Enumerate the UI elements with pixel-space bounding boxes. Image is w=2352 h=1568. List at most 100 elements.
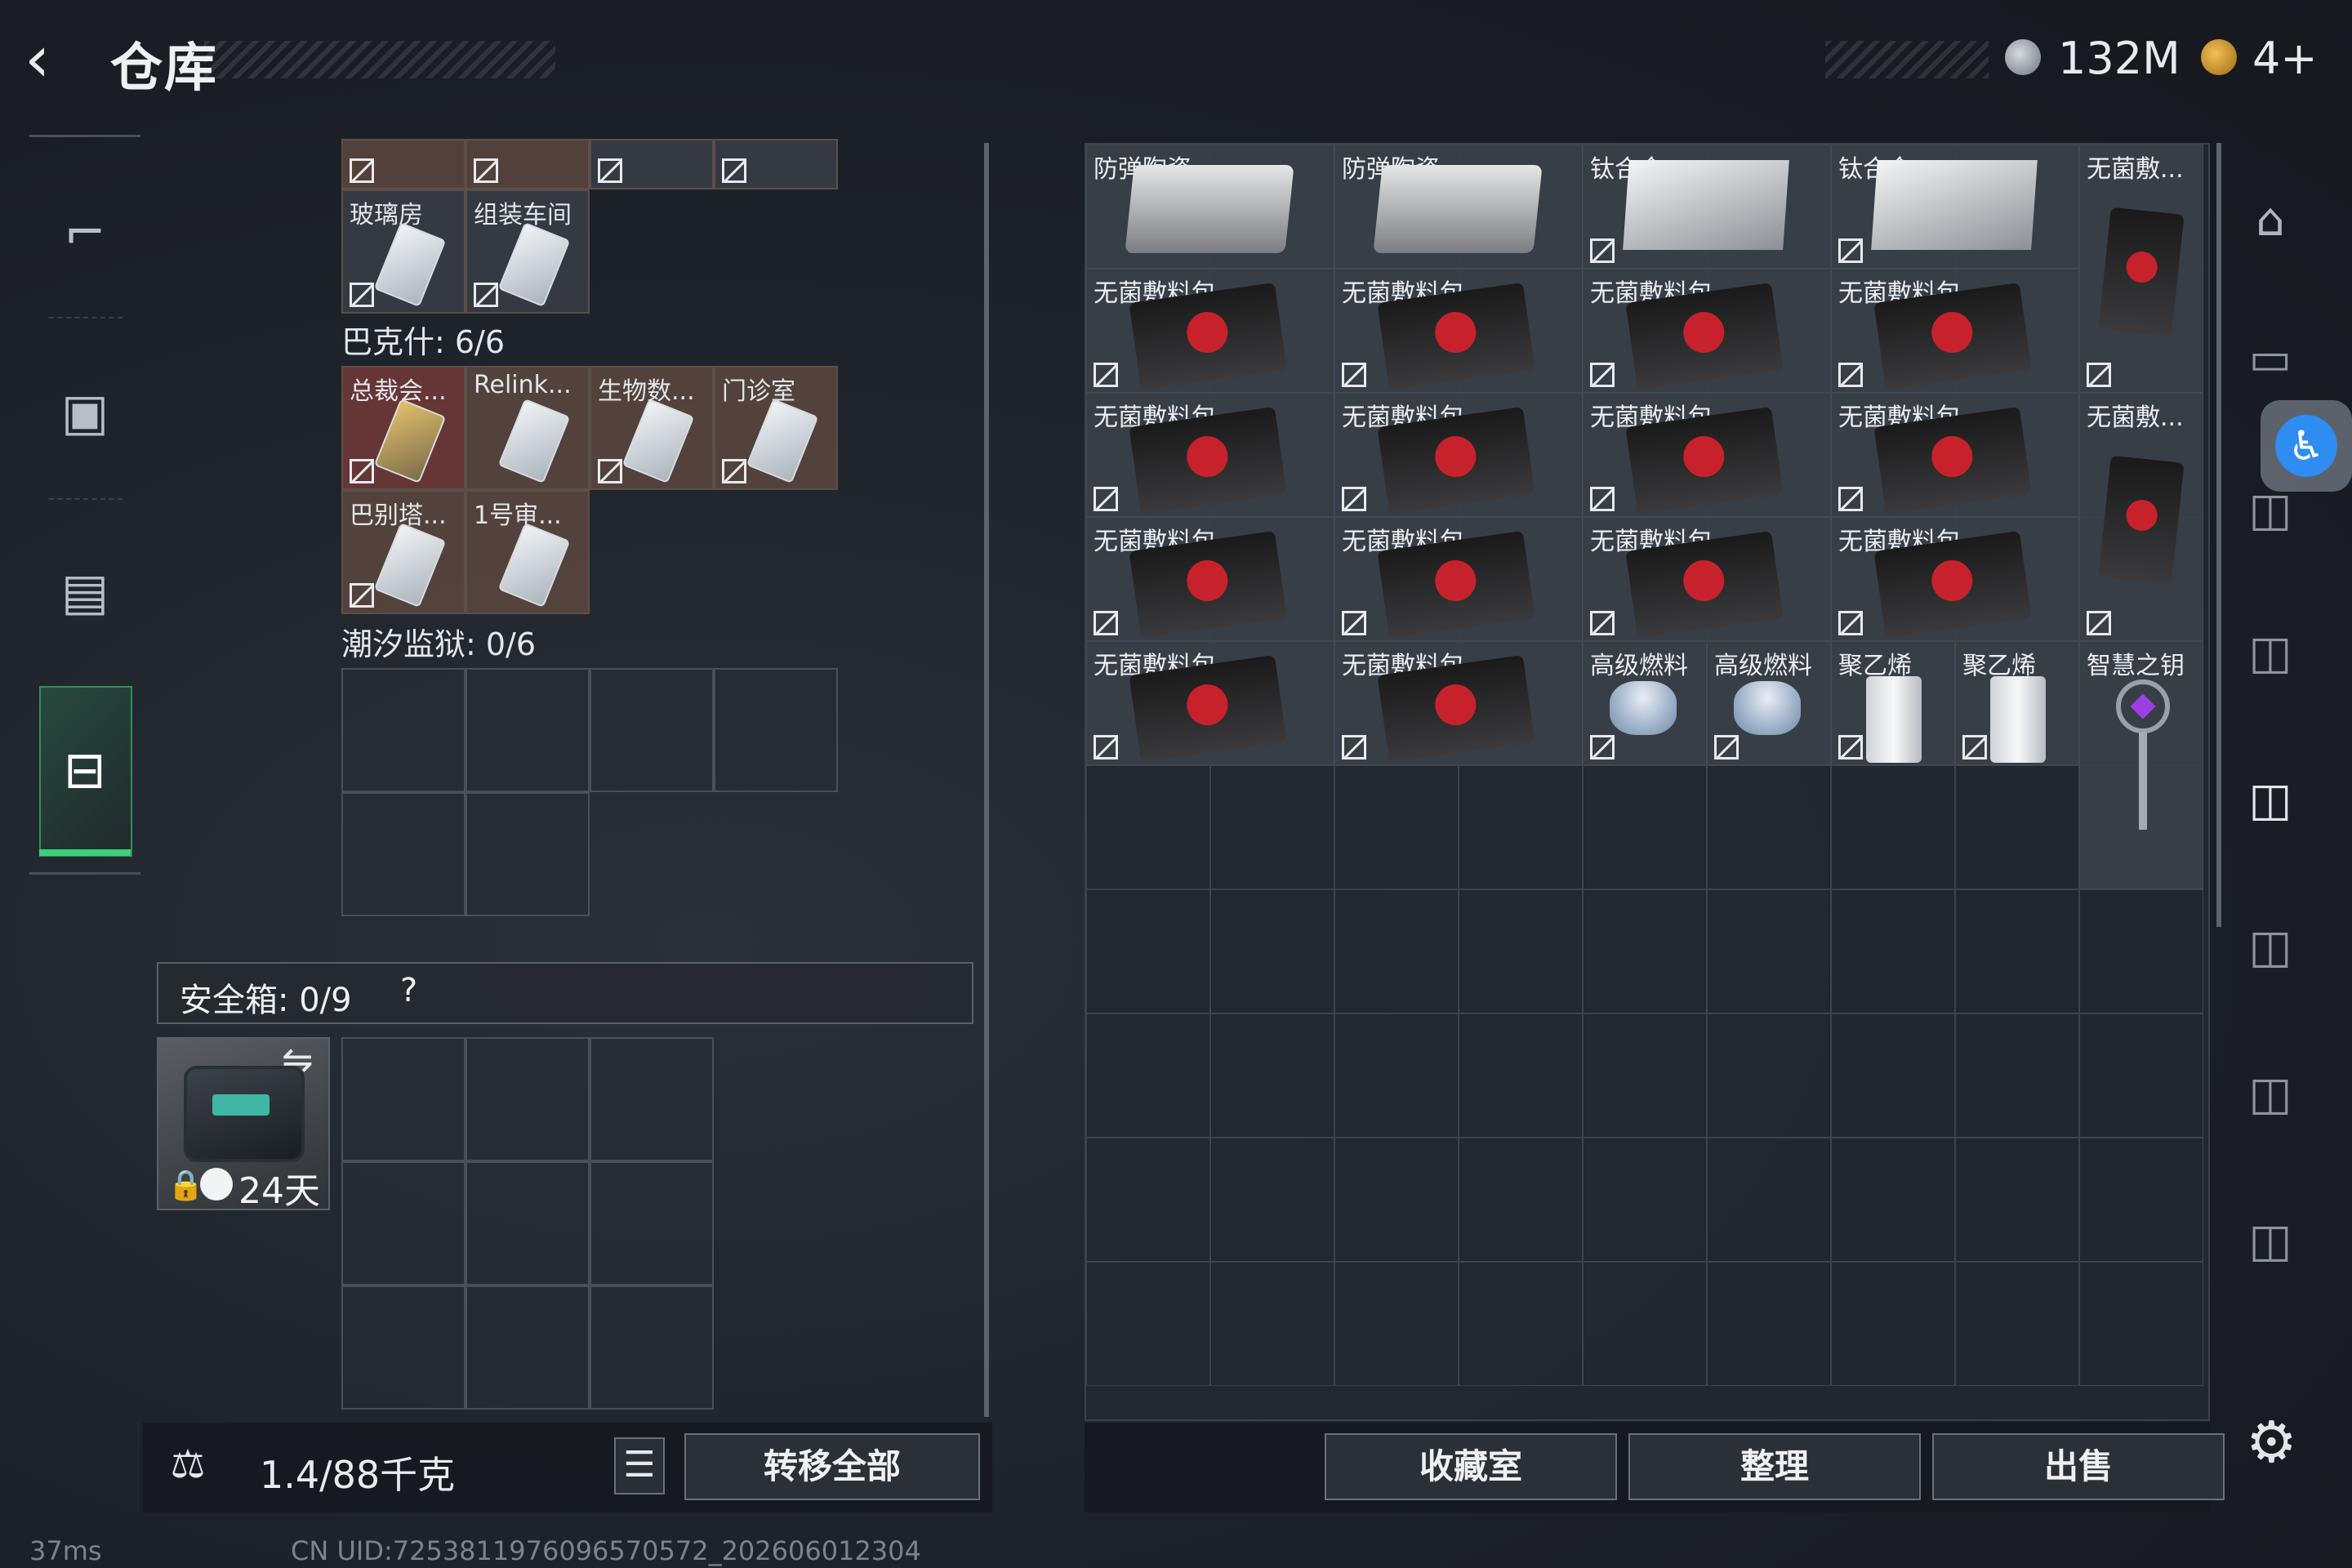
empty-slot[interactable] — [341, 668, 466, 792]
stash-empty-cell[interactable] — [1583, 1262, 1707, 1386]
stash-item[interactable]: 钛合金 — [1831, 145, 2079, 269]
stash-item[interactable]: 无菌敷料包 — [1086, 393, 1334, 517]
stash-item[interactable]: 防弹陶瓷 — [1086, 145, 1334, 269]
stash-empty-cell[interactable] — [1459, 1262, 1583, 1386]
empty-slot[interactable] — [714, 668, 838, 792]
stash-tab-icon[interactable]: ▭ — [2234, 323, 2307, 396]
stash-empty-cell[interactable] — [1459, 765, 1583, 889]
stash-item[interactable]: 无菌敷料包 — [1086, 269, 1334, 393]
stash-tab-icon[interactable]: ◫ — [2234, 1205, 2307, 1278]
stash-item[interactable]: 无菌敷料包 — [1086, 517, 1334, 641]
stash-empty-cell[interactable] — [1707, 1262, 1831, 1386]
currency2-value[interactable]: 4+ — [2252, 33, 2318, 84]
safe-slot[interactable] — [466, 1285, 590, 1410]
stash-empty-cell[interactable] — [1210, 765, 1334, 889]
keycard-item[interactable]: 总裁会... — [341, 366, 466, 490]
stash-empty-cell[interactable] — [1086, 765, 1210, 889]
safe-slot[interactable] — [341, 1037, 466, 1161]
keycard-item[interactable]: 玻璃房 — [341, 189, 466, 314]
stash-empty-cell[interactable] — [1459, 889, 1583, 1013]
stash-empty-cell[interactable] — [1334, 765, 1459, 889]
stash-empty-cell[interactable] — [1955, 1138, 2079, 1262]
organize-button[interactable]: 整理 — [1628, 1433, 1921, 1500]
keycard-slot[interactable] — [714, 139, 838, 189]
stash-item[interactable]: 无菌敷料包 — [1831, 517, 2079, 641]
stash-empty-cell[interactable] — [1459, 1013, 1583, 1138]
stash-main-icon[interactable]: ⌂ — [2234, 184, 2307, 257]
stash-empty-cell[interactable] — [1583, 765, 1707, 889]
stash-empty-cell[interactable] — [1707, 1138, 1831, 1262]
stash-empty-cell[interactable] — [2079, 1138, 2203, 1262]
stash-item[interactable]: 无菌敷料包 — [1334, 641, 1583, 765]
keycard-item[interactable]: 生物数... — [590, 366, 714, 490]
weapon-icon[interactable]: ⌐ — [29, 196, 140, 270]
stash-empty-cell[interactable] — [1334, 1013, 1459, 1138]
stash-item[interactable]: 无菌敷料包 — [1334, 269, 1583, 393]
stash-empty-cell[interactable] — [1334, 1138, 1459, 1262]
stash-empty-cell[interactable] — [1831, 889, 1955, 1013]
stash-item[interactable]: 聚乙烯 — [1955, 641, 2079, 765]
stash-empty-cell[interactable] — [1334, 889, 1459, 1013]
stash-empty-cell[interactable] — [1707, 1013, 1831, 1138]
stash-empty-cell[interactable] — [1707, 889, 1831, 1013]
backpack-icon[interactable]: ▣ — [29, 376, 140, 449]
stash-empty-cell[interactable] — [1583, 1138, 1707, 1262]
stash-item[interactable]: 钛合金 — [1583, 145, 1831, 269]
stash-empty-cell[interactable] — [1086, 1013, 1210, 1138]
transfer-all-button[interactable]: 转移全部 — [684, 1433, 980, 1500]
stash-empty-cell[interactable] — [1459, 1138, 1583, 1262]
keycard-item[interactable]: Relink... — [466, 366, 590, 490]
keycard-item[interactable]: 巴别塔... — [341, 490, 466, 614]
stash-item[interactable]: 无菌敷料包 — [1334, 393, 1583, 517]
stash-empty-cell[interactable] — [1955, 889, 2079, 1013]
stash-item[interactable]: 高级燃料 — [1707, 641, 1831, 765]
stash-item[interactable]: 无菌敷料包 — [1583, 393, 1831, 517]
stash-empty-cell[interactable] — [1210, 1138, 1334, 1262]
stash-empty-cell[interactable] — [1831, 1138, 1955, 1262]
stash-empty-cell[interactable] — [1831, 1262, 1955, 1386]
keycard-item[interactable]: 组装车间 — [466, 189, 590, 314]
stash-empty-cell[interactable] — [1086, 1138, 1210, 1262]
empty-slot[interactable] — [341, 792, 466, 916]
safe-slot[interactable] — [466, 1037, 590, 1161]
stash-empty-cell[interactable] — [1210, 889, 1334, 1013]
keycard-item[interactable]: 门诊室 — [714, 366, 838, 490]
stash-empty-cell[interactable] — [1955, 1262, 2079, 1386]
stash-item[interactable]: 无菌敷... — [2079, 393, 2203, 641]
stash-item[interactable]: 高级燃料 — [1583, 641, 1707, 765]
stash-item[interactable]: 聚乙烯 — [1831, 641, 1955, 765]
stash-empty-cell[interactable] — [2079, 889, 2203, 1013]
stash-empty-cell[interactable] — [1086, 889, 1210, 1013]
keycard-item[interactable]: 1号审... — [466, 490, 590, 614]
stash-empty-cell[interactable] — [1831, 1013, 1955, 1138]
safe-slot[interactable] — [590, 1161, 714, 1285]
stash-empty-cell[interactable] — [1583, 889, 1707, 1013]
stash-empty-cell[interactable] — [1707, 765, 1831, 889]
back-arrow-icon[interactable]: ‹ — [24, 28, 82, 91]
keycard-slot[interactable] — [590, 139, 714, 189]
stash-tab-icon[interactable]: ◫ — [2234, 911, 2307, 984]
empty-slot[interactable] — [466, 668, 590, 792]
stash-empty-cell[interactable] — [1955, 1013, 2079, 1138]
safe-slot[interactable] — [590, 1037, 714, 1161]
stash-empty-cell[interactable] — [2079, 1262, 2203, 1386]
safe-slot[interactable] — [341, 1161, 466, 1285]
empty-slot[interactable] — [466, 792, 590, 916]
left-scrollbar[interactable] — [984, 143, 989, 1417]
collection-room-button[interactable]: 收藏室 — [1325, 1433, 1617, 1500]
stash-empty-cell[interactable] — [1334, 1262, 1459, 1386]
stash-empty-cell[interactable] — [1210, 1262, 1334, 1386]
stash-empty-cell[interactable] — [1583, 1013, 1707, 1138]
stash-tab-icon[interactable]: ◫ — [2234, 617, 2307, 690]
safe-slot[interactable] — [341, 1285, 466, 1410]
stash-item[interactable]: 无菌敷料包 — [1831, 393, 2079, 517]
stash-empty-cell[interactable] — [1831, 765, 1955, 889]
toolbox-icon[interactable]: ⊟ — [29, 733, 140, 807]
stash-item[interactable]: 智慧之钥 — [2079, 641, 2203, 889]
stash-item[interactable]: 防弹陶瓷 — [1334, 145, 1583, 269]
vest-icon[interactable]: ▤ — [29, 555, 140, 629]
safe-slot[interactable] — [590, 1285, 714, 1410]
stash-empty-cell[interactable] — [1086, 1262, 1210, 1386]
stash-item[interactable]: 无菌敷料包 — [1334, 517, 1583, 641]
stash-item[interactable]: 无菌敷料包 — [1086, 641, 1334, 765]
